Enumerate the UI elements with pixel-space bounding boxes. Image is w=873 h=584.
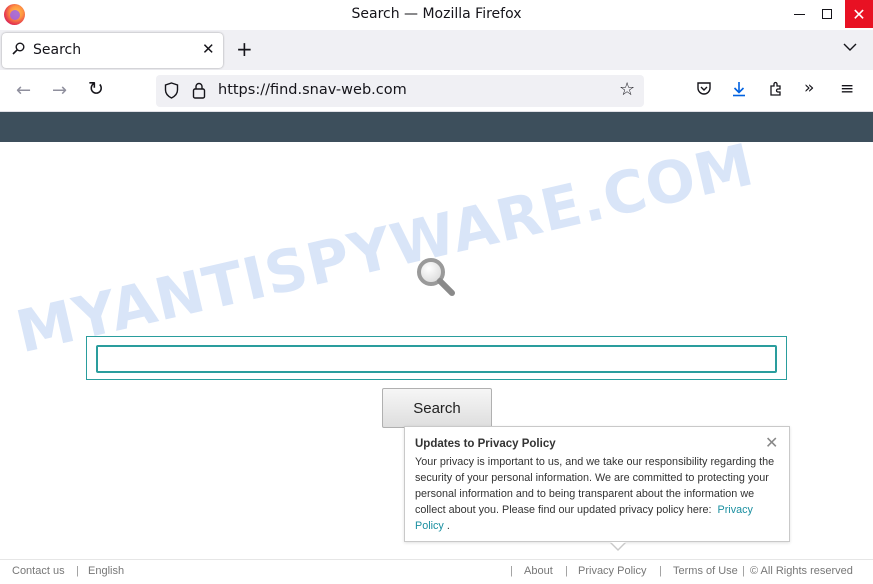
minimize-icon [793, 13, 805, 15]
window-titlebar: Search — Mozilla Firefox ✕ [0, 0, 873, 30]
close-tab-icon[interactable]: ✕ [202, 40, 215, 58]
maximize-icon [822, 9, 832, 19]
download-icon[interactable] [731, 81, 747, 101]
back-button[interactable]: ← [16, 80, 31, 101]
tab-label: Search [33, 42, 82, 58]
window-title: Search — Mozilla Firefox [351, 6, 522, 22]
copyright-text: © All Rights reserved [750, 565, 853, 577]
pocket-icon[interactable] [696, 81, 712, 100]
maximize-button[interactable] [809, 0, 845, 28]
popup-pointer [610, 542, 626, 551]
footer-separator: | [565, 565, 568, 577]
footer-privacy-link[interactable]: Privacy Policy [578, 565, 646, 577]
page-header-bar [0, 112, 873, 142]
terms-link[interactable]: Terms of Use [673, 565, 738, 577]
lock-icon[interactable] [192, 82, 206, 99]
close-icon: ✕ [852, 4, 866, 24]
tab-strip: Search ✕ [0, 30, 873, 70]
reload-button[interactable]: ↻ [88, 78, 104, 100]
popup-title: Updates to Privacy Policy [415, 438, 556, 450]
navigation-bar: ← → ↻ https://find.snav-web.com ☆ » ≡ [0, 70, 873, 112]
search-button[interactable]: Search [382, 388, 492, 428]
tab-search[interactable]: Search ✕ [2, 33, 223, 68]
footer-separator: | [742, 565, 745, 577]
bookmark-star-icon[interactable]: ☆ [619, 79, 635, 100]
contact-us-link[interactable]: Contact us [12, 565, 65, 577]
extensions-icon[interactable] [768, 81, 784, 101]
search-box-frame [86, 336, 787, 380]
close-window-button[interactable]: ✕ [845, 0, 873, 28]
url-text[interactable]: https://find.snav-web.com [218, 82, 407, 98]
popup-body: Your privacy is important to us, and we … [415, 454, 780, 534]
forward-button[interactable]: → [52, 80, 67, 101]
list-all-tabs-icon[interactable] [843, 40, 857, 56]
shield-icon[interactable] [164, 82, 179, 99]
search-input[interactable] [96, 345, 777, 373]
hamburger-menu-icon[interactable]: ≡ [840, 79, 854, 99]
magnifier-icon [415, 256, 457, 298]
footer-separator: | [76, 565, 79, 577]
popup-trailing: . [446, 520, 450, 532]
more-tools-icon[interactable]: » [804, 78, 814, 98]
new-tab-button[interactable]: + [236, 37, 253, 61]
footer-separator: | [659, 565, 662, 577]
popup-close-icon[interactable]: ✕ [765, 433, 778, 452]
page-footer: Contact us | English | About | Privacy P… [0, 559, 873, 584]
search-icon [12, 42, 25, 59]
url-bar[interactable]: https://find.snav-web.com ☆ [156, 75, 644, 107]
footer-separator: | [510, 565, 513, 577]
about-link[interactable]: About [524, 565, 553, 577]
privacy-policy-popup: Updates to Privacy Policy ✕ Your privacy… [404, 426, 790, 551]
language-link[interactable]: English [88, 565, 124, 577]
